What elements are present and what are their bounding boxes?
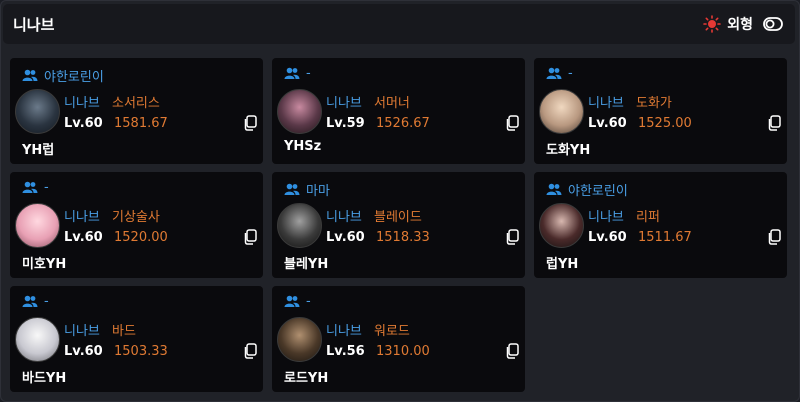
character-name: 미호YH bbox=[22, 257, 67, 272]
guild-name: 마마 bbox=[306, 184, 330, 199]
character-level: Lv.60 bbox=[64, 344, 103, 359]
character-name: YHSz bbox=[284, 139, 322, 154]
guild-row: - bbox=[22, 180, 49, 195]
page-title: 니나브 bbox=[13, 16, 55, 34]
copy-icon[interactable] bbox=[243, 229, 257, 245]
deathblade-portrait bbox=[277, 203, 322, 248]
people-icon bbox=[22, 69, 38, 81]
item-level: 1511.67 bbox=[638, 230, 692, 245]
copy-icon[interactable] bbox=[505, 229, 519, 245]
people-icon bbox=[284, 295, 300, 307]
guild-name: - bbox=[306, 294, 311, 309]
character-name: YH럽 bbox=[22, 143, 55, 158]
summoner-portrait bbox=[277, 89, 322, 134]
server-name: 니나브 bbox=[64, 96, 100, 111]
character-card-grid: 야한로린이 니나브 소서리스 Lv.60 1581.67 YH럽 - 니나브 서… bbox=[10, 58, 790, 394]
character-name: 블레YH bbox=[284, 257, 329, 272]
aeromancer-portrait bbox=[15, 203, 60, 248]
character-level: Lv.60 bbox=[64, 116, 103, 131]
panel-header: 니나브 외형 bbox=[3, 4, 795, 44]
copy-icon[interactable] bbox=[767, 229, 781, 245]
character-name: 바드YH bbox=[22, 371, 67, 386]
item-level: 1520.00 bbox=[114, 230, 168, 245]
guild-row: 마마 bbox=[284, 180, 330, 199]
guild-name: 야한로린이 bbox=[44, 70, 104, 85]
class-name: 기상술사 bbox=[112, 210, 160, 225]
character-card[interactable]: - 니나브 서머너 Lv.59 1526.67 YHSz bbox=[272, 58, 525, 164]
guild-name: - bbox=[44, 180, 49, 195]
server-name: 니나브 bbox=[588, 210, 624, 225]
class-name: 워로드 bbox=[374, 324, 410, 339]
item-level: 1581.67 bbox=[114, 116, 168, 131]
copy-icon[interactable] bbox=[505, 115, 519, 131]
guild-name: - bbox=[306, 66, 311, 81]
bard-portrait bbox=[15, 317, 60, 362]
server-name: 니나브 bbox=[64, 324, 100, 339]
character-level: Lv.60 bbox=[588, 230, 627, 245]
server-name: 니나브 bbox=[588, 96, 624, 111]
copy-icon[interactable] bbox=[243, 343, 257, 359]
guild-row: - bbox=[22, 294, 49, 309]
people-icon bbox=[546, 183, 562, 195]
item-level: 1518.33 bbox=[376, 230, 430, 245]
character-name: 럽YH bbox=[546, 257, 579, 272]
item-level: 1503.33 bbox=[114, 344, 168, 359]
guild-row: 야한로린이 bbox=[546, 180, 628, 199]
guild-row: - bbox=[284, 294, 311, 309]
server-name: 니나브 bbox=[326, 96, 362, 111]
class-name: 블레이드 bbox=[374, 210, 422, 225]
character-name: 로드YH bbox=[284, 371, 329, 386]
appearance-toggle-label: 외형 bbox=[727, 17, 753, 33]
copy-icon[interactable] bbox=[243, 115, 257, 131]
item-level: 1525.00 bbox=[638, 116, 692, 131]
item-level: 1310.00 bbox=[376, 344, 430, 359]
guild-name: 야한로린이 bbox=[568, 184, 628, 199]
people-icon bbox=[284, 183, 300, 195]
server-name: 니나브 bbox=[64, 210, 100, 225]
class-name: 소서리스 bbox=[112, 96, 160, 111]
character-card[interactable]: 야한로린이 니나브 소서리스 Lv.60 1581.67 YH럽 bbox=[10, 58, 263, 164]
character-level: Lv.60 bbox=[326, 230, 365, 245]
guild-row: - bbox=[284, 66, 311, 81]
character-card[interactable]: - 니나브 기상술사 Lv.60 1520.00 미호YH bbox=[10, 172, 263, 278]
sun-icon bbox=[703, 15, 722, 33]
item-level: 1526.67 bbox=[376, 116, 430, 131]
copy-icon[interactable] bbox=[505, 343, 519, 359]
appearance-toggle[interactable]: 외형 bbox=[703, 14, 783, 34]
guild-row: 야한로린이 bbox=[22, 66, 104, 85]
server-name: 니나브 bbox=[326, 324, 362, 339]
sorceress-portrait bbox=[15, 89, 60, 134]
class-name: 리퍼 bbox=[636, 210, 660, 225]
toggle-switch-icon[interactable] bbox=[763, 17, 783, 31]
guild-name: - bbox=[44, 294, 49, 309]
artist-portrait bbox=[539, 89, 584, 134]
character-level: Lv.60 bbox=[588, 116, 627, 131]
warlord-portrait bbox=[277, 317, 322, 362]
character-list-panel: 니나브 외형 야한로린이 니나브 소서리스 Lv.60 1581.67 YH럽 … bbox=[0, 0, 800, 402]
people-icon bbox=[22, 295, 38, 307]
people-icon bbox=[22, 181, 38, 193]
character-name: 도화YH bbox=[546, 143, 591, 158]
character-level: Lv.60 bbox=[64, 230, 103, 245]
character-card[interactable]: 야한로린이 니나브 리퍼 Lv.60 1511.67 럽YH bbox=[534, 172, 787, 278]
people-icon bbox=[546, 67, 562, 79]
server-name: 니나브 bbox=[326, 210, 362, 225]
copy-icon[interactable] bbox=[767, 115, 781, 131]
class-name: 도화가 bbox=[636, 96, 672, 111]
class-name: 바드 bbox=[112, 324, 136, 339]
people-icon bbox=[284, 67, 300, 79]
guild-row: - bbox=[546, 66, 573, 81]
character-level: Lv.59 bbox=[326, 116, 365, 131]
guild-name: - bbox=[568, 66, 573, 81]
character-card[interactable]: 마마 니나브 블레이드 Lv.60 1518.33 블레YH bbox=[272, 172, 525, 278]
character-card[interactable]: - 니나브 도화가 Lv.60 1525.00 도화YH bbox=[534, 58, 787, 164]
character-card[interactable]: - 니나브 워로드 Lv.56 1310.00 로드YH bbox=[272, 286, 525, 392]
class-name: 서머너 bbox=[374, 96, 410, 111]
reaper-portrait bbox=[539, 203, 584, 248]
character-level: Lv.56 bbox=[326, 344, 365, 359]
character-card[interactable]: - 니나브 바드 Lv.60 1503.33 바드YH bbox=[10, 286, 263, 392]
